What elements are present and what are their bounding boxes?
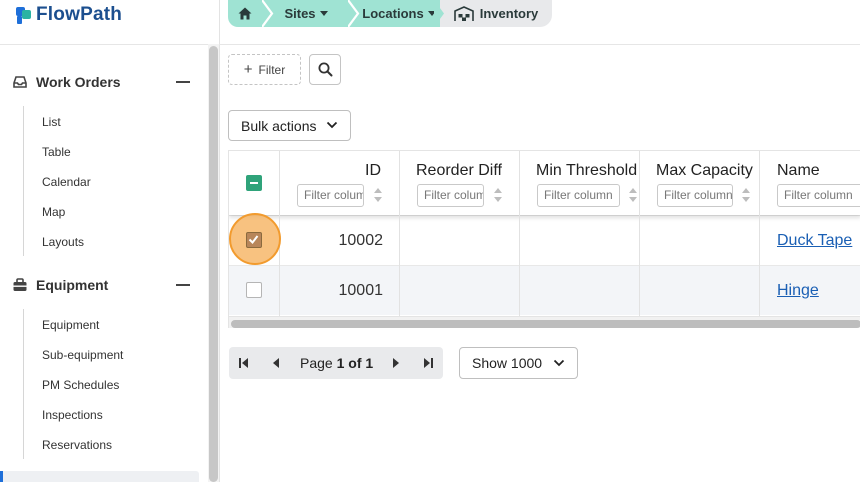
filter-label: Filter [258,62,286,77]
tree-line [23,309,24,459]
sort-icon[interactable] [373,187,383,203]
sidebar-section-title: Work Orders [36,74,121,90]
page-size-select[interactable]: Show 1000 [459,347,578,379]
breadcrumb-separator [434,0,444,27]
table-row[interactable]: 10002 Duck Tape [229,215,860,265]
column-header-reorder-diff[interactable]: Reorder Diff [416,162,502,180]
last-page-icon [424,358,433,368]
first-page-icon [239,358,248,368]
sort-icon[interactable] [628,187,638,203]
sort-icon[interactable] [493,187,503,203]
column-separator [399,151,400,316]
pagination: Page 1 of 1 [229,347,443,379]
sidebar-section-equipment[interactable]: Equipment [0,274,205,296]
sidebar-item-pm-schedules[interactable]: PM Schedules [42,378,119,392]
column-separator [759,151,760,316]
column-separator [519,151,520,316]
sidebar-item-list[interactable]: List [42,115,61,129]
filter-id-input[interactable]: Filter column [297,184,364,207]
bulk-actions-label: Bulk actions [241,117,317,134]
filter-max-capacity-input[interactable]: Filter column [657,184,733,207]
select-all-checkbox[interactable] [246,175,262,191]
sidebar-item-map[interactable]: Map [42,205,65,219]
row-checkbox[interactable] [246,232,262,248]
page-word: Page [300,355,333,371]
header-divider [220,44,860,45]
warehouse-icon [453,5,474,21]
scrollbar-thumb[interactable] [209,46,218,482]
table-header: ID Filter column Reorder Diff Filter col… [229,151,860,215]
next-page-button[interactable] [381,347,411,379]
checkmark-icon [248,235,259,245]
cell-id: 10002 [338,232,384,249]
sidebar-item-sub-equipment[interactable]: Sub-equipment [42,348,123,362]
inventory-table: 10002 Duck Tape 10001 Hinge ID Filter co… [228,150,860,328]
tree-line [23,106,24,256]
equipment-icon [13,278,27,291]
plus-icon: + [243,61,253,78]
sidebar-item-reservations[interactable]: Reservations [42,438,112,452]
column-header-min-threshold[interactable]: Min Threshold [536,162,637,180]
sidebar-item-inventory-active[interactable] [0,471,199,482]
row-checkbox[interactable] [246,282,262,298]
page-indicator: Page 1 of 1 [300,355,373,371]
column-header-max-capacity[interactable]: Max Capacity [656,162,753,180]
sidebar-item-equipment[interactable]: Equipment [42,318,99,332]
collapse-icon[interactable] [176,284,190,286]
breadcrumb-label: Sites [284,6,316,21]
previous-page-icon [273,358,279,368]
sidebar-divider [0,44,220,45]
scrollbar-thumb[interactable] [231,320,860,328]
collapse-icon[interactable] [176,81,190,83]
column-separator [639,151,640,316]
sidebar: FlowPath Work Orders List Table Calendar… [0,0,220,482]
column-header-name[interactable]: Name [777,162,820,180]
app-root: FlowPath Work Orders List Table Calendar… [0,0,860,482]
breadcrumb-home[interactable] [228,0,262,27]
page-size-value: Show 1000 [472,355,543,371]
sort-icon[interactable] [741,187,751,203]
sidebar-item-calendar[interactable]: Calendar [42,175,91,189]
previous-page-button[interactable] [261,347,291,379]
next-page-icon [393,358,399,368]
bulk-actions-button[interactable]: Bulk actions [228,110,351,141]
sidebar-item-table[interactable]: Table [42,145,71,159]
filter-min-threshold-input[interactable]: Filter column [537,184,620,207]
sidebar-section-title: Equipment [36,277,109,293]
sidebar-scrollbar[interactable] [208,44,219,482]
caret-down-icon [319,11,328,16]
chevron-down-icon [326,121,338,129]
filter-reorder-diff-input[interactable]: Filter column [417,184,484,207]
page-range: 1 of 1 [336,355,374,371]
filter-name-input[interactable]: Filter column [777,184,860,207]
last-page-button[interactable] [413,347,443,379]
sidebar-item-layouts[interactable]: Layouts [42,235,84,249]
breadcrumb-label: Locations [362,6,424,21]
search-button[interactable] [309,54,341,85]
home-icon [238,7,252,20]
breadcrumb-separator [348,0,360,27]
sidebar-item-inspections[interactable]: Inspections [42,408,103,422]
brand-logo[interactable]: FlowPath [16,4,122,26]
table-horizontal-scrollbar[interactable] [229,316,860,328]
flowpath-logo-icon [16,6,32,24]
first-page-button[interactable] [229,347,259,379]
breadcrumb-inventory[interactable]: Inventory [440,0,552,27]
add-filter-button[interactable]: + Filter [228,54,301,85]
table-row[interactable]: 10001 Hinge [229,265,860,315]
breadcrumb-separator [262,0,274,27]
search-icon [318,62,332,77]
cell-name-link[interactable]: Hinge [777,282,819,300]
sidebar-section-work-orders[interactable]: Work Orders [0,71,205,93]
breadcrumb-label: Inventory [479,6,539,21]
chevron-down-icon [553,359,565,367]
column-header-id[interactable]: ID [365,162,381,180]
brand-name: FlowPath [36,4,123,25]
cell-name-link[interactable]: Duck Tape [777,232,852,250]
cell-id: 10001 [338,282,384,299]
inbox-icon [13,76,27,88]
